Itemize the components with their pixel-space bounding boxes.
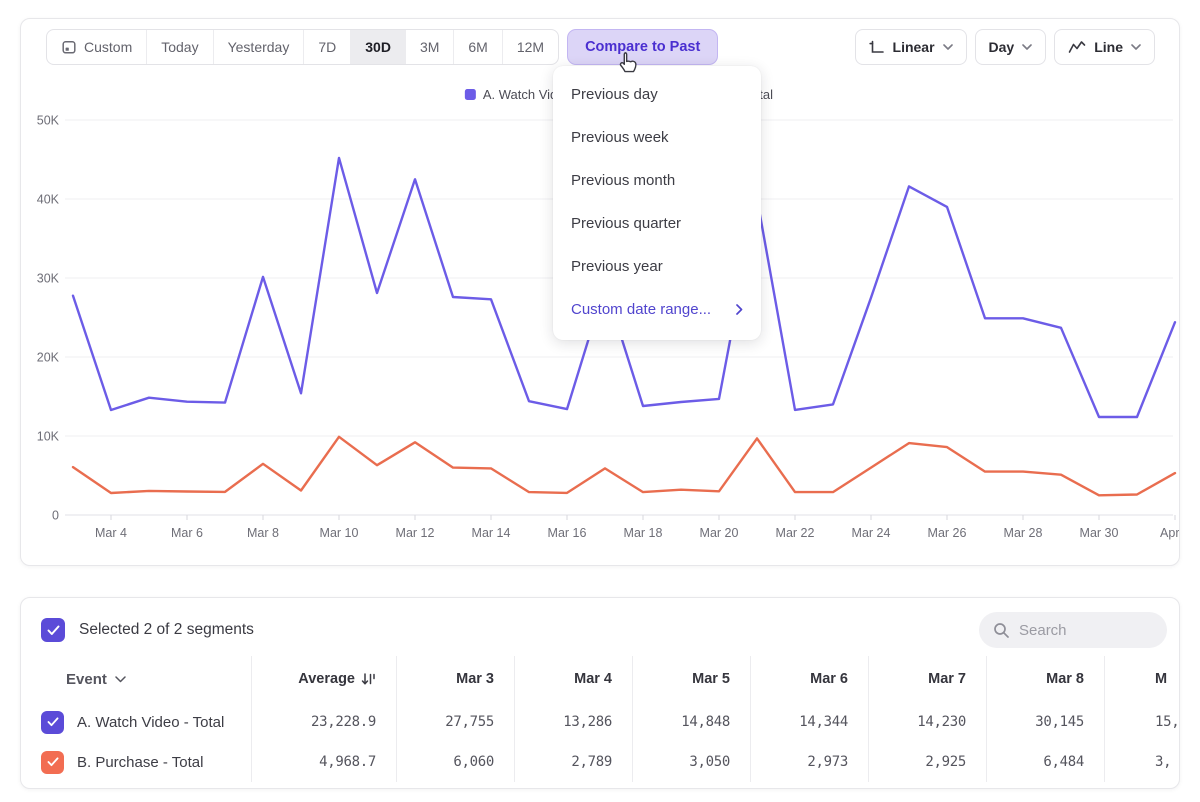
preset-30d-active[interactable]: 30D [350, 30, 405, 64]
preset-12m[interactable]: 12M [502, 30, 558, 64]
cell-value: 27,755 [396, 702, 514, 742]
table-row-label: A. Watch Video - Total [41, 702, 251, 742]
svg-text:Mar 16: Mar 16 [548, 526, 587, 540]
analytics-report-page: Custom Today Yesterday 7D 30D 3M 6M 12M … [0, 0, 1200, 802]
chevron-down-icon [1131, 44, 1141, 50]
calendar-icon [61, 39, 77, 55]
cell-value: 14,848 [632, 702, 750, 742]
svg-text:Mar 10: Mar 10 [320, 526, 359, 540]
svg-text:Mar 28: Mar 28 [1004, 526, 1043, 540]
column-header-date[interactable]: Mar 4 [514, 656, 632, 702]
table-row-label: B. Purchase - Total [41, 742, 251, 782]
chevron-down-icon [115, 676, 126, 683]
line-chart-icon [1068, 40, 1086, 54]
svg-text:Mar 18: Mar 18 [624, 526, 663, 540]
search-icon [993, 622, 1010, 639]
column-header-event[interactable]: Event [41, 656, 251, 702]
cell-value: 14,230 [868, 702, 986, 742]
cell-value: 2,925 [868, 742, 986, 782]
chevron-down-icon [943, 44, 953, 50]
menu-item-previous-month[interactable]: Previous month [553, 159, 761, 202]
svg-text:30K: 30K [37, 272, 60, 286]
cell-value: 6,060 [396, 742, 514, 782]
svg-text:Mar 24: Mar 24 [852, 526, 891, 540]
cell-value: 13,286 [514, 702, 632, 742]
svg-text:20K: 20K [37, 351, 60, 365]
svg-text:Mar 26: Mar 26 [928, 526, 967, 540]
preset-label: Custom [84, 39, 132, 55]
search-input[interactable] [1019, 622, 1149, 639]
select-all-checkbox[interactable] [41, 618, 65, 642]
cell-value: 14,344 [750, 702, 868, 742]
chart-type-dropdown[interactable]: Line [1054, 29, 1155, 65]
svg-text:0: 0 [52, 509, 59, 523]
svg-text:Mar 12: Mar 12 [396, 526, 435, 540]
sort-descending-icon [361, 672, 376, 686]
chevron-down-icon [1022, 44, 1032, 50]
column-header-date[interactable]: Mar 7 [868, 656, 986, 702]
column-header-average[interactable]: Average [251, 656, 396, 702]
selected-segments-label: Selected 2 of 2 segments [79, 621, 254, 639]
search-box[interactable] [979, 612, 1167, 648]
cell-value-clipped: 15, [1104, 702, 1180, 742]
compare-to-past-menu: Previous day Previous week Previous mont… [553, 66, 761, 340]
cell-value: 3,050 [632, 742, 750, 782]
svg-text:Mar 4: Mar 4 [95, 526, 127, 540]
segments-table-card: Selected 2 of 2 segments Event Average [20, 597, 1180, 789]
menu-item-custom-date-range[interactable]: Custom date range... [553, 288, 761, 331]
column-header-date[interactable]: Mar 3 [396, 656, 514, 702]
compare-to-past-button[interactable]: Compare to Past [567, 29, 718, 65]
preset-yesterday[interactable]: Yesterday [213, 30, 304, 64]
interval-dropdown[interactable]: Day [975, 29, 1047, 65]
svg-text:10K: 10K [37, 430, 60, 444]
scale-dropdown[interactable]: Linear [855, 29, 967, 65]
preset-3m[interactable]: 3M [405, 30, 453, 64]
chart-options-group: Linear Day Line [855, 29, 1155, 65]
menu-item-previous-week[interactable]: Previous week [553, 116, 761, 159]
column-header-date[interactable]: Mar 8 [986, 656, 1104, 702]
preset-6m[interactable]: 6M [453, 30, 501, 64]
menu-item-previous-quarter[interactable]: Previous quarter [553, 202, 761, 245]
cell-average: 23,228.9 [251, 702, 396, 742]
row-checkbox[interactable] [41, 751, 64, 774]
svg-text:Mar 20: Mar 20 [700, 526, 739, 540]
preset-7d[interactable]: 7D [303, 30, 350, 64]
cell-value: 30,145 [986, 702, 1104, 742]
column-header-date[interactable]: Mar 5 [632, 656, 750, 702]
chevron-right-icon [736, 304, 743, 315]
svg-text:Mar 30: Mar 30 [1080, 526, 1119, 540]
segments-table: Event Average Mar 3 Mar 4 Mar 5 Mar 6 Ma… [41, 656, 1179, 782]
menu-item-previous-day[interactable]: Previous day [553, 73, 761, 116]
svg-text:Apr 1: Apr 1 [1160, 526, 1179, 540]
svg-text:Mar 22: Mar 22 [776, 526, 815, 540]
date-range-segmented-control: Custom Today Yesterday 7D 30D 3M 6M 12M [46, 29, 559, 65]
cell-value: 2,973 [750, 742, 868, 782]
chart-card: Custom Today Yesterday 7D 30D 3M 6M 12M … [20, 18, 1180, 566]
cell-value: 2,789 [514, 742, 632, 782]
preset-custom[interactable]: Custom [47, 30, 146, 64]
svg-text:Mar 14: Mar 14 [472, 526, 511, 540]
column-header-date-clipped[interactable]: M [1104, 656, 1180, 702]
svg-text:Mar 8: Mar 8 [247, 526, 279, 540]
row-checkbox[interactable] [41, 711, 64, 734]
column-header-date[interactable]: Mar 6 [750, 656, 868, 702]
cell-value: 6,484 [986, 742, 1104, 782]
svg-text:Mar 6: Mar 6 [171, 526, 203, 540]
svg-text:40K: 40K [37, 193, 60, 207]
cell-average: 4,968.7 [251, 742, 396, 782]
check-icon [47, 625, 60, 636]
cell-value-clipped: 3, [1104, 742, 1180, 782]
svg-text:50K: 50K [37, 114, 60, 128]
check-icon [47, 757, 59, 767]
linear-axis-icon [869, 39, 885, 55]
preset-today[interactable]: Today [146, 30, 212, 64]
menu-item-previous-year[interactable]: Previous year [553, 245, 761, 288]
segments-header: Selected 2 of 2 segments [21, 598, 1179, 656]
chart-toolbar: Custom Today Yesterday 7D 30D 3M 6M 12M … [21, 19, 1179, 65]
check-icon [47, 717, 59, 727]
